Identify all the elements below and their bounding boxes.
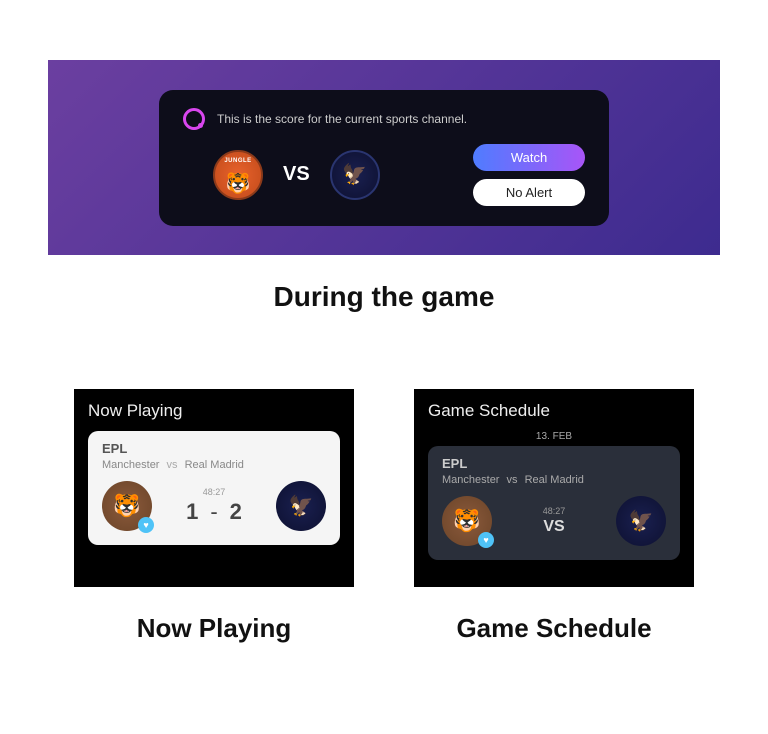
match-time: 48:27 (203, 487, 226, 497)
alert-card: This is the score for the current sports… (159, 90, 609, 226)
no-alert-button[interactable]: No Alert (473, 179, 585, 206)
team-a-logo-icon: ♥ (102, 481, 152, 531)
teams-line: Manchester vs Real Madrid (102, 459, 326, 471)
alert-buttons: Watch No Alert (473, 144, 585, 206)
vs-label: VS (283, 163, 310, 186)
now-playing-caption: Now Playing (137, 613, 292, 644)
team-b-logo-icon (276, 481, 326, 531)
alert-body: VS Watch No Alert (183, 144, 585, 206)
game-schedule-caption: Game Schedule (456, 613, 651, 644)
team-b-logo-icon (616, 496, 666, 546)
schedule-date: 13. FEB (428, 431, 680, 442)
team-b-name: Real Madrid (525, 474, 584, 486)
team-b-logo-icon (330, 150, 380, 200)
alert-header: This is the score for the current sports… (183, 108, 585, 130)
assistant-ring-icon (183, 108, 205, 130)
favorite-heart-icon: ♥ (478, 532, 494, 548)
game-schedule-card[interactable]: EPL Manchester vs Real Madrid ♥ 48:27 VS (428, 446, 680, 560)
vs-small: vs (167, 459, 178, 471)
score-center: 48:27 VS (543, 506, 566, 536)
team-a-name: Manchester (102, 459, 159, 471)
alert-message: This is the score for the current sports… (217, 112, 467, 126)
vs-small: vs (507, 474, 518, 486)
team-a-logo-icon (213, 150, 263, 200)
score-b: 2 (230, 499, 242, 525)
game-schedule-panel: Game Schedule 13. FEB EPL Manchester vs … (414, 389, 694, 587)
vs-label: VS (543, 518, 564, 536)
banner-caption: During the game (48, 281, 720, 313)
score-row: ♥ 48:27 1 - 2 (102, 481, 326, 531)
league-label: EPL (102, 441, 326, 456)
now-playing-panel: Now Playing EPL Manchester vs Real Madri… (74, 389, 354, 587)
score-a: 1 (186, 499, 198, 525)
watch-button[interactable]: Watch (473, 144, 585, 171)
match-teams: VS (213, 150, 380, 200)
favorite-heart-icon: ♥ (138, 517, 154, 533)
sports-alert-banner: This is the score for the current sports… (48, 60, 720, 255)
now-playing-wrap: Now Playing EPL Manchester vs Real Madri… (74, 389, 354, 644)
team-a-name: Manchester (442, 474, 499, 486)
match-time: 48:27 (543, 506, 566, 516)
score-center: 48:27 1 - 2 (186, 487, 242, 525)
game-schedule-wrap: Game Schedule 13. FEB EPL Manchester vs … (414, 389, 694, 644)
league-label: EPL (442, 456, 666, 471)
teams-line: Manchester vs Real Madrid (442, 474, 666, 486)
panels-row: Now Playing EPL Manchester vs Real Madri… (48, 389, 720, 644)
now-playing-title: Now Playing (88, 401, 340, 421)
score-numbers: 1 - 2 (186, 499, 242, 525)
team-b-name: Real Madrid (185, 459, 244, 471)
team-a-logo-icon: ♥ (442, 496, 492, 546)
game-schedule-title: Game Schedule (428, 401, 680, 421)
now-playing-card[interactable]: EPL Manchester vs Real Madrid ♥ 48:27 1 … (88, 431, 340, 545)
score-dash: - (210, 499, 217, 525)
score-row: ♥ 48:27 VS (442, 496, 666, 546)
